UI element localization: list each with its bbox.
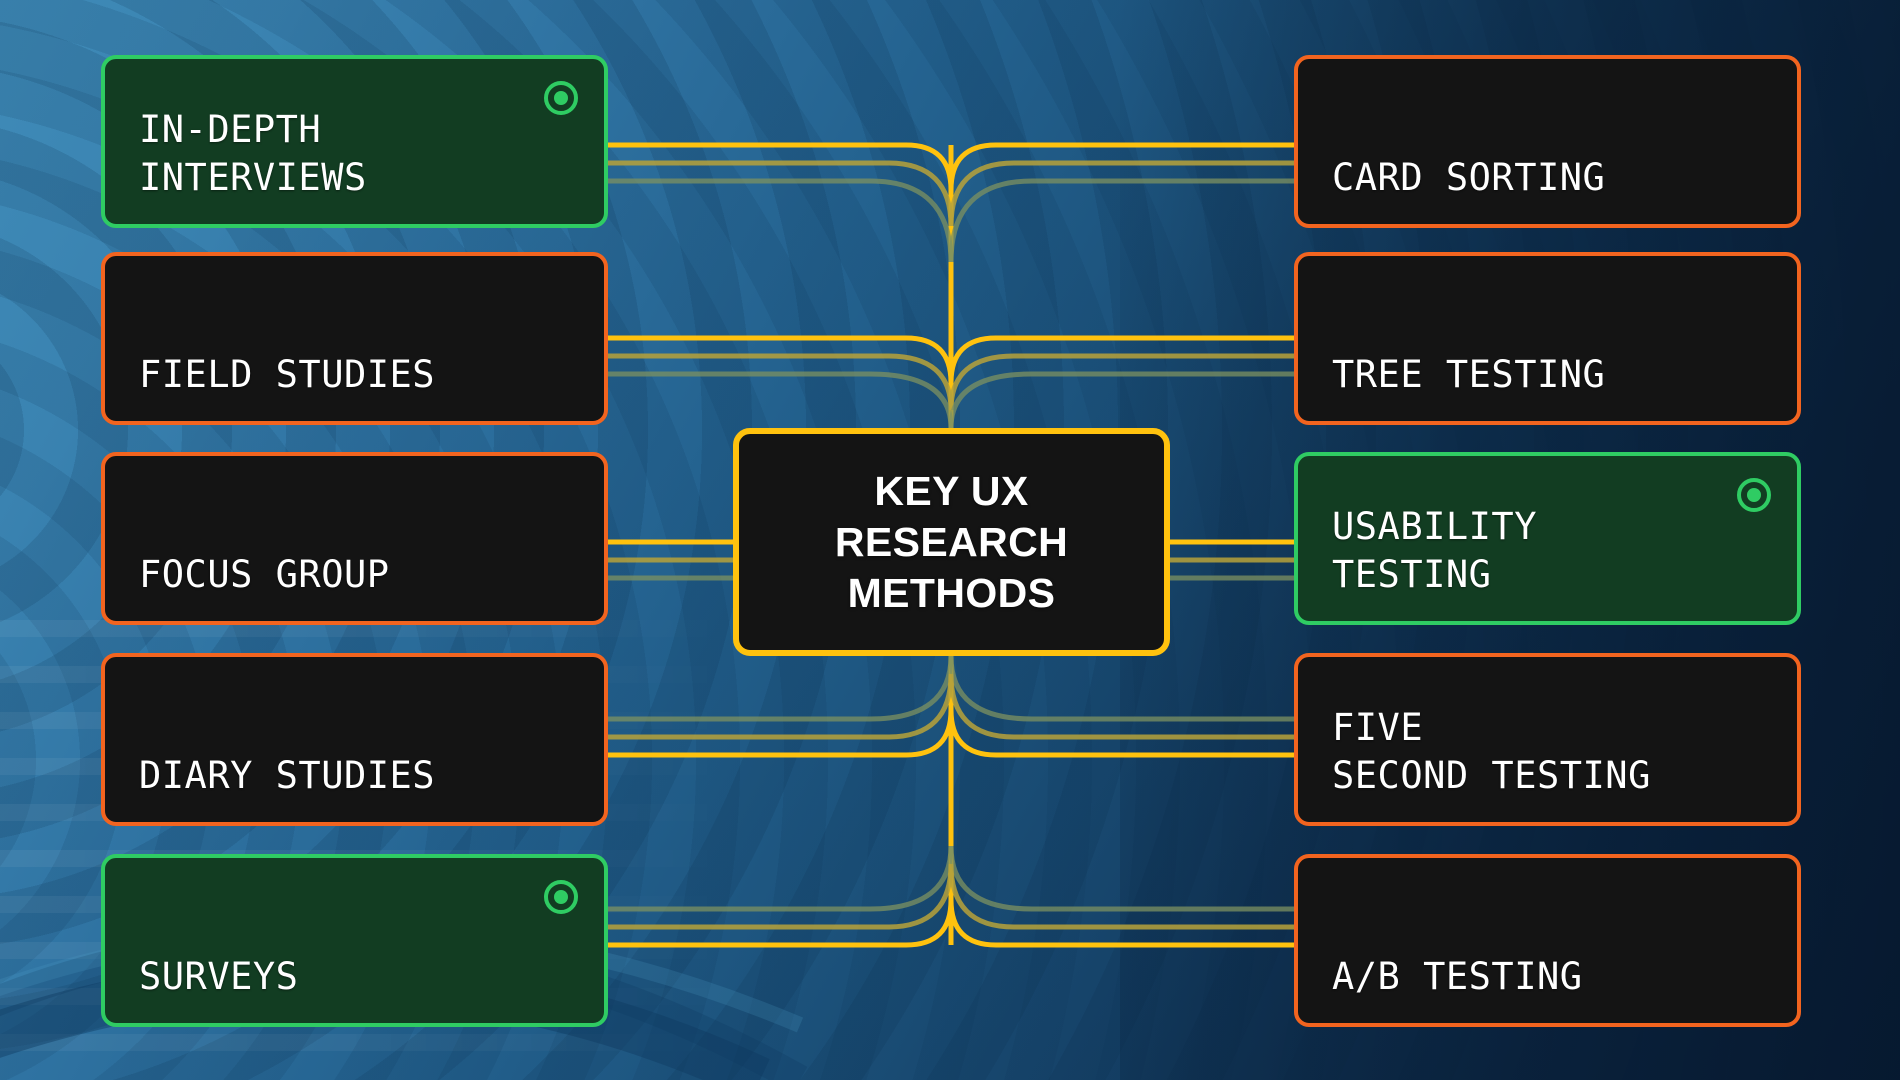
node-label: IN-DEPTH INTERVIEWS [139, 108, 367, 199]
node-diary-studies[interactable]: DIARY STUDIES [101, 653, 608, 826]
radio-selected-icon[interactable] [1737, 478, 1771, 512]
node-surveys[interactable]: SURVEYS [101, 854, 608, 1027]
node-focus-group[interactable]: FOCUS GROUP [101, 452, 608, 625]
mindmap-canvas: .w-bright{ fill:none; stroke:#ffc20e; st… [0, 0, 1900, 1080]
node-label: USABILITY TESTING [1332, 505, 1537, 596]
center-node-title: KEY UX RESEARCH METHODS [834, 467, 1069, 616]
node-ab-testing[interactable]: A/B TESTING [1294, 854, 1801, 1027]
radio-selected-icon[interactable] [544, 81, 578, 115]
node-usability-testing[interactable]: USABILITY TESTING [1294, 452, 1801, 625]
node-label: FIVE SECOND TESTING [1332, 706, 1651, 797]
node-five-second-testing[interactable]: FIVE SECOND TESTING [1294, 653, 1801, 826]
node-label: SURVEYS [139, 955, 299, 998]
node-label: TREE TESTING [1332, 353, 1606, 396]
node-label: FOCUS GROUP [139, 553, 390, 596]
node-label: FIELD STUDIES [139, 353, 436, 396]
node-field-studies[interactable]: FIELD STUDIES [101, 252, 608, 425]
radio-selected-icon[interactable] [544, 880, 578, 914]
node-label: A/B TESTING [1332, 955, 1583, 998]
node-card-sorting[interactable]: CARD SORTING [1294, 55, 1801, 228]
node-in-depth-interviews[interactable]: IN-DEPTH INTERVIEWS [101, 55, 608, 228]
node-label: CARD SORTING [1332, 156, 1606, 199]
node-label: DIARY STUDIES [139, 754, 436, 797]
node-tree-testing[interactable]: TREE TESTING [1294, 252, 1801, 425]
center-node[interactable]: KEY UX RESEARCH METHODS [733, 428, 1170, 656]
